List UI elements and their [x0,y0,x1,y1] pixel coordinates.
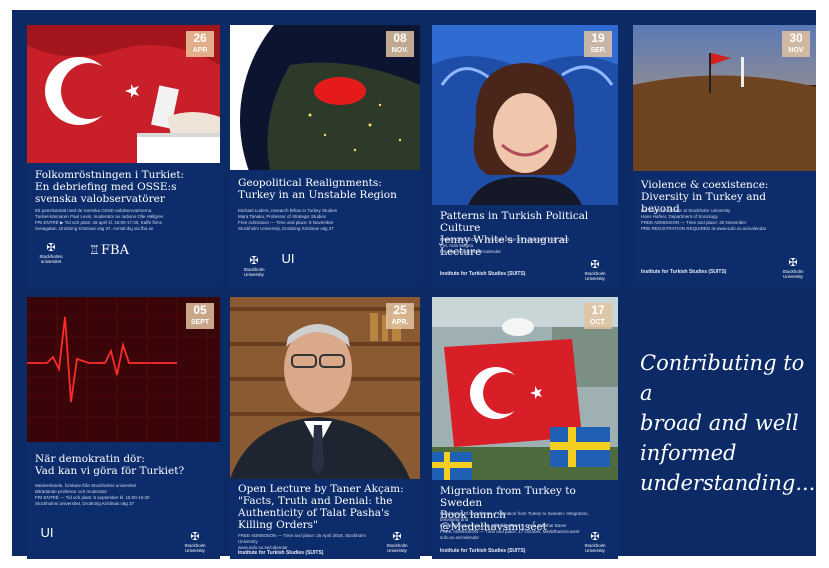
event-details: FREE ADMISSION — Time and place: 19 Sept… [440,237,570,254]
event-card-referendum[interactable]: 26 APR Folkomröstningen i Turkiet: En de… [27,25,220,287]
date-day: 19 [591,31,605,45]
stockholm-university-logo: ✠ Stockholm University [234,255,274,277]
date-day: 30 [789,31,803,45]
institute-name: Institute for Turkish Studies (SUITS) [440,271,526,277]
stockholm-university-logo: ✠ Stockholm University [580,531,610,553]
date-badge: 25 APR. [386,303,414,329]
tagline: Contributing to a broad and well informe… [640,351,816,495]
date-badge: 08 NOV. [386,31,414,57]
event-title: När demokratin dör: Vad kan vi göra för … [35,453,185,477]
event-details: Michael Lüders, research fellow in Turke… [238,208,338,231]
event-card-geopolitical[interactable]: 08 NOV. Geopolitical Realignments: Turke… [230,25,420,287]
ui-logo: UI [281,251,295,266]
crown-emblem-icon: ✠ [590,259,600,271]
date-badge: 05 SEPT [186,303,214,329]
institute-name: Institute for Turkish Studies (SUITS) [440,548,526,554]
date-month: APR. [391,319,409,326]
date-month: NOV [788,47,804,54]
date-day: 25 [393,303,407,317]
date-day: 08 [393,31,407,45]
date-badge: 30 NOV [782,31,810,57]
event-title: Geopolitical Realignments: Turkey in an … [238,177,397,201]
date-month: APR [192,47,208,54]
crown-emblem-icon: ✠ [249,255,259,267]
date-badge: 26 APR [186,31,214,57]
stockholm-university-logo: ✠ Stockholm University [580,259,610,281]
date-day: 17 [591,303,605,317]
event-card-violence-coexistence[interactable]: 30 NOV Violence & coexistence: Diversity… [633,25,816,287]
stockholm-university-logo: ✠ Stockholms universitet [33,242,69,264]
stockholm-university-logo: ✠ Stockholm University [382,531,412,553]
date-day: 26 [193,31,207,45]
event-card-jenny-white[interactable]: 19 SEP. Patterns in Turkish Political Cu… [432,25,618,287]
date-month: NOV. [391,47,409,54]
date-badge: 17 OCT. [584,303,612,329]
event-title: Folkomröstningen i Turkiet: En debriefin… [35,169,185,205]
event-details: Ett panelsamtal med de svenska OSSE-valo… [35,208,164,231]
stockholm-university-logo: ✠ Stockholm University [178,531,212,553]
date-month: OCT. [590,319,606,326]
event-card-democracy[interactable]: 05 SEPT När demokratin dör: Vad kan vi g… [27,297,220,559]
date-month: SEPT [190,319,210,326]
date-badge: 19 SEP. [584,31,612,57]
ui-logo: UI [40,525,54,540]
institute-name: Institute for Turkish Studies (SUITS) [641,269,727,275]
event-details: Medverkande, forskare från Stockholms un… [35,483,150,506]
institute-name: Institute for Turkish Studies (SUITS) [238,550,324,556]
date-day: 05 [193,303,207,317]
stockholm-university-logo: ✠ Stockholm University [778,257,808,279]
crown-emblem-icon: ✠ [46,242,56,254]
date-month: SEP. [590,47,606,54]
event-title: Open Lecture by Taner Akçam: "Facts, Tru… [238,483,404,531]
event-details: FREE ADMISSION — Time and place: 25 Apri… [238,533,367,550]
crown-emblem-icon: ✠ [788,257,798,269]
event-details: Ian Burns, Professor at Stockholm Univer… [641,208,767,231]
crown-emblem-icon: ✠ [590,531,600,543]
fba-emblem-icon: ♖ [89,243,100,257]
event-card-taner-akcam[interactable]: 25 APR. Open Lecture by Taner Akçam: "Fa… [230,297,420,559]
crown-emblem-icon: ✠ [392,531,402,543]
crown-emblem-icon: ✠ [190,531,200,543]
fba-logo: ♖ FBA [89,243,129,258]
event-card-migration[interactable]: 17 OCT. Migration from Turkey to Sweden … [432,297,618,559]
event-details: Celebration of the release of Migration … [440,511,589,540]
